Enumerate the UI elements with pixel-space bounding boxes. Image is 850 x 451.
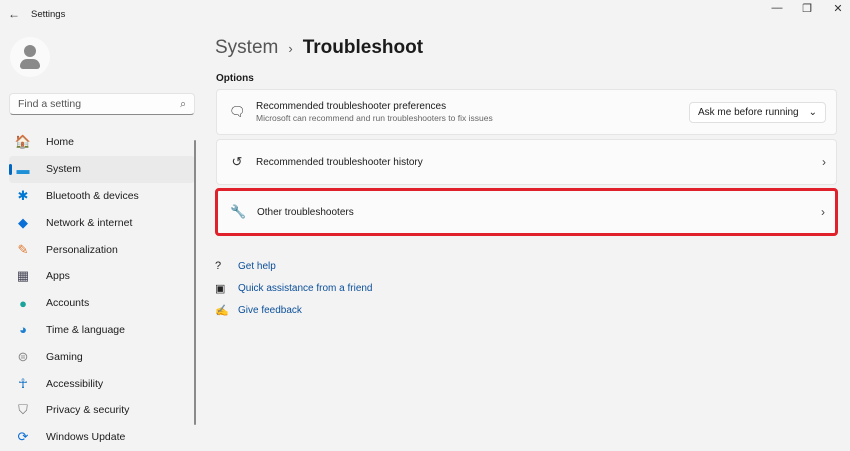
link-label: Get help [238,260,276,272]
troubleshooter-history-card[interactable]: ↺ Recommended troubleshooter history › [216,139,837,185]
breadcrumb-separator: › [288,40,293,56]
troubleshooter-preferences-card: 🗨 Recommended troubleshooter preferences… [216,89,837,135]
search-input[interactable]: Find a setting ⌕ [9,93,195,115]
privacy-security-icon: ⛉ [18,402,28,418]
sidebar-item-label: Time & language [46,323,125,336]
chevron-down-icon: ⌄ [808,106,817,118]
apps-icon: ▦ [16,268,30,284]
link-label: Give feedback [238,304,302,316]
gaming-icon: ⊜ [17,348,29,364]
section-heading: Options [216,73,254,84]
accessibility-icon: ☥ [18,375,28,391]
back-button[interactable]: ← [8,7,20,21]
give-feedback-link[interactable]: ✍ Give feedback [215,299,373,321]
breadcrumb: System › Troubleshoot [215,37,423,59]
sidebar-item-label: Bluetooth & devices [46,189,139,202]
window-title: Settings [31,9,66,20]
card-title: Recommended troubleshooter history [256,156,423,168]
sidebar-scrollbar[interactable] [194,140,196,425]
sidebar-item-windows-update[interactable]: ⟳ Windows Update [9,424,195,451]
sidebar-item-label: Windows Update [46,431,126,444]
card-title: Other troubleshooters [257,206,354,218]
sidebar-item-time-language[interactable]: ◕ Time & language [9,317,195,344]
bluetooth-devices-icon: ✱ [17,187,29,203]
sidebar-item-gaming[interactable]: ⊜ Gaming [9,343,195,370]
time-language-icon: ◕ [19,322,27,338]
sidebar-item-label: Personalization [46,243,118,256]
chat-icon: 🗨 [229,104,246,119]
sidebar-item-apps[interactable]: ▦ Apps [9,263,195,290]
sidebar-item-label: Apps [46,270,70,283]
sidebar-item-accessibility[interactable]: ☥ Accessibility [9,370,195,397]
sidebar-item-label: Network & internet [46,216,133,229]
help-icon: ? [215,260,222,272]
remote-assist-icon: ▣ [215,282,226,295]
preference-dropdown[interactable]: Ask me before running ⌄ [688,101,826,123]
link-label: Quick assistance from a friend [238,282,373,294]
search-placeholder: Find a setting [18,98,82,110]
other-troubleshooters-card[interactable]: 🔧 Other troubleshooters › [215,188,838,236]
page-title: Troubleshoot [302,37,424,58]
home-icon: 🏠 [14,134,32,150]
get-help-link[interactable]: ? Get help [215,255,373,277]
personalization-icon: ✎ [17,241,29,257]
sidebar-item-system[interactable]: ▬ System [9,155,195,183]
sidebar-item-label: System [46,163,82,176]
accounts-icon: ● [19,295,27,311]
system-icon: ▬ [16,161,30,177]
card-description: Microsoft can recommend and run troubles… [256,113,493,123]
sidebar-item-home[interactable]: 🏠 Home [9,129,195,156]
network-internet-icon: ◆ [18,214,28,230]
sidebar-item-label: Accounts [46,297,90,310]
help-links: ? Get help ▣ Quick assistance from a frien… [215,255,373,321]
history-icon: ↺ [231,154,243,169]
search-icon: ⌕ [180,97,186,110]
avatar[interactable] [10,37,50,77]
minimize-button[interactable]: — [767,2,787,14]
chevron-right-icon: › [821,205,825,219]
sidebar-item-privacy-security[interactable]: ⛉ Privacy & security [9,397,195,424]
sidebar-item-label: Privacy & security [46,404,130,417]
quick-assist-link[interactable]: ▣ Quick assistance from a friend [215,277,373,299]
close-button[interactable]: ✕ [828,2,848,15]
card-title: Recommended troubleshooter preferences [256,101,447,112]
sidebar-item-accounts[interactable]: ● Accounts [9,290,195,317]
maximize-button[interactable]: ❐ [797,2,817,15]
sidebar-item-network-internet[interactable]: ◆ Network & internet [9,209,195,236]
sidebar-item-personalization[interactable]: ✎ Personalization [9,236,195,263]
wrench-icon: 🔧 [230,204,247,219]
breadcrumb-system[interactable]: System [215,37,278,59]
sidebar-item-label: Home [46,136,75,149]
sidebar-item-bluetooth-devices[interactable]: ✱ Bluetooth & devices [9,183,195,210]
feedback-icon: ✍ [215,304,229,317]
sidebar-nav: 🏠 Home ▬ System ✱ Bluetooth & devices ◆ Network… [9,129,195,451]
sidebar-item-label: Gaming [46,350,83,363]
dropdown-value: Ask me before running [697,106,799,118]
chevron-right-icon: › [822,155,826,169]
sidebar-item-label: Accessibility [46,377,104,390]
